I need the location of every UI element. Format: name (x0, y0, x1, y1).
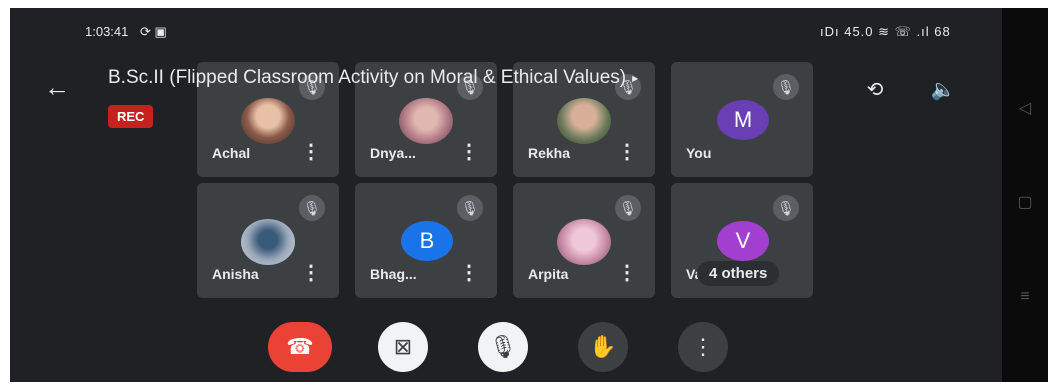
mic-off-icon: 🎙 (299, 195, 325, 221)
participant-tile-bhag[interactable]: 🎙 B Bhag... ⋮ (355, 183, 497, 298)
more-vert-icon: ⋮ (692, 334, 714, 359)
participant-tile-arpita[interactable]: 🎙 Arpita ⋮ (513, 183, 655, 298)
raise-hand-icon: ✋ (589, 334, 617, 359)
nav-back-icon[interactable]: ◁ (1016, 100, 1034, 118)
participant-tile-anisha[interactable]: 🎙 Anisha ⋮ (197, 183, 339, 298)
mic-toggle-button[interactable]: 🎙 (478, 322, 528, 372)
title-expand-arrow-icon: ▸ (632, 70, 639, 85)
camera-toggle-button[interactable]: ⊠ (378, 322, 428, 372)
avatar (557, 219, 611, 265)
avatar (241, 98, 295, 144)
status-left-icons: ⟳ ▣ (140, 24, 167, 39)
others-count-chip[interactable]: 4 others (697, 261, 780, 286)
meet-app: 1:03:41 ⟳ ▣ ıDı 45.0 ≋ ☏ .ıl 68 ← B.Sc.I… (10, 8, 1002, 382)
more-vert-icon[interactable]: ⋮ (301, 261, 321, 285)
nav-recents-icon[interactable]: ≡ (1016, 288, 1034, 306)
mic-off-icon: 🎙 (773, 195, 799, 221)
nav-home-icon[interactable]: ▢ (1016, 194, 1034, 212)
more-vert-icon[interactable]: ⋮ (617, 261, 637, 285)
end-call-button[interactable]: ☎ (268, 322, 332, 372)
avatar (399, 98, 453, 144)
mic-off-icon: 🎙 (615, 195, 641, 221)
more-vert-icon[interactable]: ⋮ (301, 140, 321, 164)
participant-name: Arpita (528, 266, 569, 282)
participant-name: Anisha (212, 266, 259, 282)
back-arrow-icon[interactable]: ← (42, 72, 72, 102)
avatar: V (717, 221, 769, 261)
participant-name: Rekha (528, 145, 571, 161)
participant-tile-others[interactable]: 🎙 V Vai 4 others (671, 183, 813, 298)
phone-screen: 1:03:41 ⟳ ▣ ıDı 45.0 ≋ ☏ .ıl 68 ← B.Sc.I… (10, 8, 1048, 382)
avatar: M (717, 100, 769, 140)
status-time: 1:03:41 (85, 24, 129, 39)
meeting-title[interactable]: B.Sc.II (Flipped Classroom Activity on M… (108, 67, 638, 89)
more-vert-icon[interactable]: ⋮ (459, 140, 479, 164)
avatar (557, 98, 611, 144)
participant-name: Achal (212, 145, 251, 161)
participant-name: Bhag... (370, 266, 417, 282)
status-bar-right-icons: ıDı 45.0 ≋ ☏ .ıl 68 (820, 24, 951, 39)
participant-tile-you[interactable]: 🎙 M You (671, 62, 813, 177)
recording-badge: REC (108, 105, 154, 128)
end-call-icon: ☎ (286, 334, 314, 359)
more-vert-icon[interactable]: ⋮ (459, 261, 479, 285)
camera-off-icon: ⊠ (393, 334, 413, 359)
avatar: B (401, 221, 453, 261)
mic-off-icon: 🎙 (773, 74, 799, 100)
more-options-button[interactable]: ⋮ (678, 322, 728, 372)
more-vert-icon[interactable]: ⋮ (617, 140, 637, 164)
avatar (241, 219, 295, 265)
status-bar-left: 1:03:41 ⟳ ▣ (85, 24, 167, 40)
mic-off-icon: 🎙 (457, 195, 483, 221)
mic-off-icon: 🎙 (489, 334, 517, 359)
meeting-title-text: B.Sc.II (Flipped Classroom Activity on M… (108, 67, 627, 88)
participant-name: Dnya... (370, 145, 416, 161)
switch-camera-icon[interactable]: ⟲ (862, 77, 888, 103)
android-nav-bar: ◁ ▢ ≡ (1002, 8, 1048, 382)
participant-name: You (686, 145, 712, 161)
speaker-icon[interactable]: 🔈 (930, 77, 956, 103)
raise-hand-button[interactable]: ✋ (578, 322, 628, 372)
